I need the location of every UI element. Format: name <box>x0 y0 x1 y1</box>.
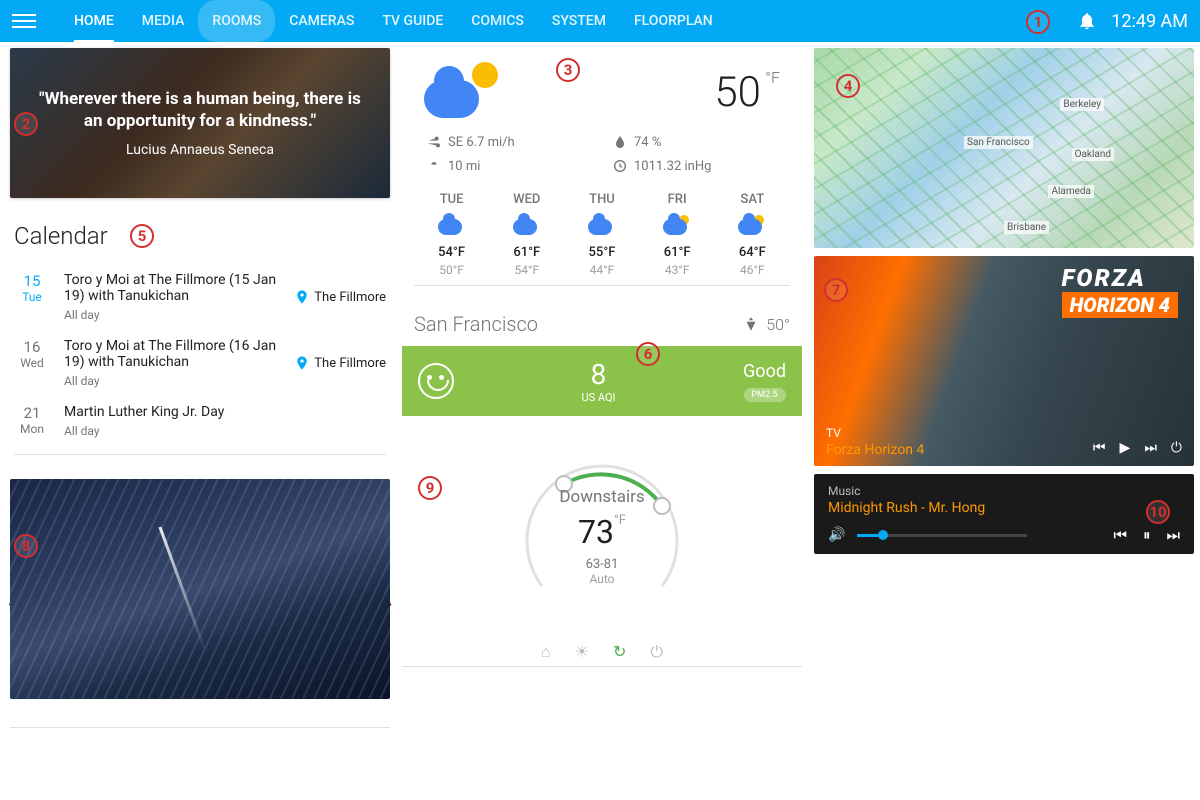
aqi-scale: US AQI <box>581 391 615 404</box>
current-temp: 50°F <box>714 68 780 117</box>
aqi-face-icon <box>418 363 454 399</box>
annotation-7: 7 <box>824 278 848 302</box>
top-bar: HOMEMEDIAROOMSCAMERASTV GUIDECOMICSSYSTE… <box>0 0 1200 42</box>
music-title: Midnight Rush - Mr. Hong <box>828 500 1180 516</box>
event-time: All day <box>64 424 386 438</box>
thermo-power-icon[interactable]: ⏻ <box>650 642 663 662</box>
weather-card: 50°F SE 6.7 mi/h 74 % 10 mi 1011.32 inHg… <box>402 48 802 294</box>
forecast-day: THU55°F44°F <box>588 192 616 277</box>
tab-home[interactable]: HOME <box>60 0 128 42</box>
quote-author: Lucius Annaeus Seneca <box>126 142 274 158</box>
tab-comics[interactable]: COMICS <box>457 0 538 42</box>
annotation-2: 2 <box>14 112 38 136</box>
tab-system[interactable]: SYSTEM <box>538 0 620 42</box>
bell-icon[interactable] <box>1077 11 1097 31</box>
event-date: 15Tue <box>14 272 50 322</box>
event-date: 16Wed <box>14 338 50 388</box>
photo-card: ‹ › <box>10 479 390 728</box>
annotation-5: 5 <box>130 224 154 248</box>
carousel-next-icon[interactable]: › <box>383 589 396 618</box>
event-location: The Fillmore <box>294 338 386 388</box>
forecast-day: WED61°F54°F <box>513 192 541 277</box>
game-source: TV <box>826 426 924 440</box>
annotation-9: 9 <box>418 476 442 500</box>
game-prev-icon[interactable]: ⏮ <box>1093 440 1106 456</box>
annotation-10: 10 <box>1146 500 1170 524</box>
volume-icon[interactable]: 🔊 <box>828 527 845 543</box>
volume-slider[interactable] <box>857 534 1027 537</box>
game-next-icon[interactable]: ⏭ <box>1144 440 1157 456</box>
game-logo: FORZA HORIZON 4 <box>1062 264 1178 318</box>
map-label: Berkeley <box>1060 98 1104 111</box>
tab-floorplan[interactable]: FLOORPLAN <box>620 0 727 42</box>
nav-tabs: HOMEMEDIAROOMSCAMERASTV GUIDECOMICSSYSTE… <box>60 0 727 42</box>
event-time: All day <box>64 308 280 322</box>
thermostat-name: Downstairs <box>559 487 644 507</box>
thermo-heat-icon[interactable]: ☀ <box>575 642 589 662</box>
game-title: Forza Horizon 4 <box>826 442 924 458</box>
forecast-row: TUE54°F50°F WED61°F54°F THU55°F44°F FRI61°F… <box>414 180 790 286</box>
thermo-auto-icon[interactable]: ↻ <box>613 642 626 662</box>
thermo-away-icon[interactable]: ⌂ <box>541 642 551 662</box>
map-label: Oakland <box>1072 148 1114 161</box>
game-power-icon[interactable]: ⏻ <box>1171 440 1182 456</box>
thermostat-mode: Auto <box>589 572 614 586</box>
photo-image[interactable] <box>10 479 390 699</box>
humidity-stat: 74 % <box>612 134 778 150</box>
menu-icon[interactable] <box>12 9 36 33</box>
map-label: Brisbane <box>1004 221 1049 234</box>
thermostat-temp: 73°F <box>578 513 626 551</box>
clock: 12:49 AM <box>1111 11 1188 32</box>
tab-cameras[interactable]: CAMERAS <box>275 0 368 42</box>
weather-condition-icon <box>424 62 504 122</box>
tab-rooms[interactable]: ROOMS <box>198 0 275 42</box>
map-label: San Francisco <box>964 136 1033 149</box>
tab-media[interactable]: MEDIA <box>128 0 199 42</box>
music-source: Music <box>828 484 1180 498</box>
calendar-event[interactable]: 21Mon Martin Luther King Jr. DayAll day <box>14 396 386 446</box>
quote-text: "Wherever there is a human being, there … <box>30 88 370 132</box>
game-play-icon[interactable]: ▶ <box>1120 440 1131 456</box>
forecast-day: SAT64°F46°F <box>738 192 766 277</box>
map-label: Alameda <box>1048 185 1094 198</box>
event-title: Toro y Moi at The Fillmore (15 Jan 19) w… <box>64 272 280 322</box>
forecast-day: TUE54°F50°F <box>438 192 466 277</box>
aqi-value: 8 <box>581 358 615 391</box>
music-next-icon[interactable]: ⏭ <box>1166 526 1180 544</box>
annotation-4: 4 <box>836 74 860 98</box>
event-date: 21Mon <box>14 404 50 438</box>
tab-tv-guide[interactable]: TV GUIDE <box>368 0 457 42</box>
aqi-status: Good <box>743 361 786 382</box>
event-time: All day <box>64 374 280 388</box>
visibility-stat: 10 mi <box>426 158 592 174</box>
pressure-stat: 1011.32 inHg <box>612 158 778 174</box>
wind-stat: SE 6.7 mi/h <box>426 134 592 150</box>
calendar-title: Calendar <box>14 222 386 250</box>
event-title: Martin Luther King Jr. DayAll day <box>64 404 386 438</box>
event-title: Toro y Moi at The Fillmore (16 Jan 19) w… <box>64 338 280 388</box>
music-pause-icon[interactable]: ⏸ <box>1143 526 1151 544</box>
calendar-event[interactable]: 15Tue Toro y Moi at The Fillmore (15 Jan… <box>14 264 386 330</box>
annotation-6: 6 <box>636 342 660 366</box>
music-prev-icon[interactable]: ⏮ <box>1113 526 1127 544</box>
aqi-pollutant: PM2.5 <box>744 388 786 402</box>
annotation-8: 8 <box>14 534 38 558</box>
annotation-1: 1 <box>1026 10 1050 34</box>
aqi-card: San Francisco 50° 8US AQI Good PM2.5 <box>402 302 802 416</box>
game-card[interactable]: FORZA HORIZON 4 TV Forza Horizon 4 ⏮ ▶ ⏭… <box>814 256 1194 466</box>
quote-card: "Wherever there is a human being, there … <box>10 48 390 198</box>
forecast-day: FRI61°F43°F <box>663 192 691 277</box>
annotation-3: 3 <box>556 58 580 82</box>
calendar-event[interactable]: 16Wed Toro y Moi at The Fillmore (16 Jan… <box>14 330 386 396</box>
aqi-city-name: San Francisco <box>414 312 538 336</box>
map-card[interactable]: San Francisco Oakland Berkeley Alameda B… <box>814 48 1194 248</box>
calendar-card: Calendar 15Tue Toro y Moi at The Fillmor… <box>10 206 390 471</box>
thermostat-card[interactable]: Downstairs 73°F 63-81 Auto ⌂ ☀ ↻ ⏻ <box>402 424 802 667</box>
music-card: Music Midnight Rush - Mr. Hong 🔊 ⏮ ⏸ ⏭ <box>814 474 1194 554</box>
thermostat-range: 63-81 <box>586 557 619 572</box>
aqi-city-temp: 50° <box>742 315 790 334</box>
event-location: The Fillmore <box>294 272 386 322</box>
